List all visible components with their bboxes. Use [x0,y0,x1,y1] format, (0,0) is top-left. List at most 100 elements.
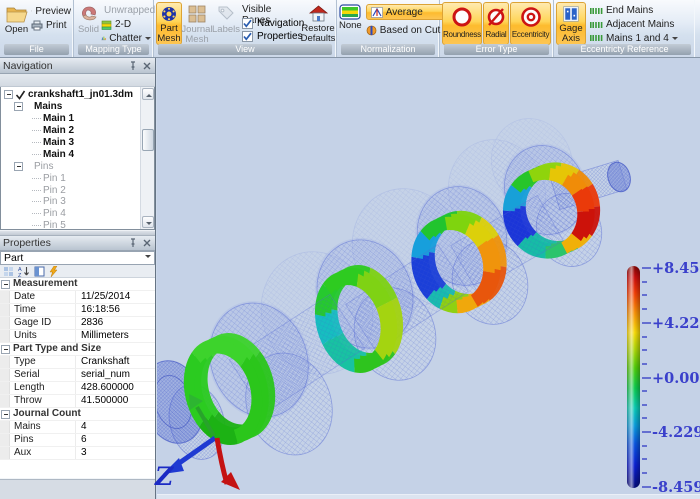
ribbon: Open Preview [0,0,700,58]
section-title: Part Type and Size [13,343,101,355]
average-icon [371,7,383,18]
tree-item-pins[interactable]: Pins [1,160,154,172]
chatter-label: Chatter [109,33,142,44]
tree-item-pin-4[interactable]: Pin 4 [1,208,154,220]
labels-label: Labels [212,25,240,35]
preview-label: Preview [35,6,71,17]
tree-item-pin-4-label: Pin 4 [43,208,66,219]
section-expander-icon[interactable] [1,345,10,354]
adjacent-mains-button[interactable]: Adjacent Mains [590,18,678,32]
property-row-throw: Throw41.500000 [0,395,155,408]
tree-item-pins-label: Pins [34,161,53,172]
open-folder-icon [5,4,29,24]
preview-button[interactable]: Preview [31,4,71,18]
section-header-measurement[interactable]: Measurement [0,278,155,291]
tree-item-mains[interactable]: Mains [1,101,154,113]
restore-defaults-button[interactable]: Restore Defaults [302,2,334,45]
properties-toolbar: A Z [0,265,155,278]
property-label: Mains [10,421,76,433]
none-button[interactable]: None [339,2,362,45]
properties-object-selector[interactable]: Part [0,251,155,265]
expander-icon[interactable] [14,102,23,111]
chatter-dropdown-arrow[interactable] [145,37,151,43]
scroll-up-button[interactable] [142,88,154,100]
radial-button[interactable]: Radial [483,2,509,45]
solid-button[interactable]: Solid [76,2,101,45]
section-header-part-type[interactable]: Part Type and Size [0,343,155,356]
mains-1-and-4-dropdown-arrow[interactable] [672,37,678,43]
section-header-journal-count[interactable]: Journal Count [0,408,155,421]
close-icon[interactable] [142,61,152,71]
gage-axis-button[interactable]: Gage Axis [556,2,586,45]
tree-item-main-1-label: Main 1 [43,113,74,124]
section-expander-icon[interactable] [1,410,10,419]
tree-item-pin-5[interactable]: Pin 5 [1,220,154,230]
property-row-pins: Pins6 [0,434,155,447]
selector-value: Part [4,252,23,264]
tree-item-pin-3[interactable]: Pin 3 [1,196,154,208]
tree-item-main-4-label: Main 4 [43,149,74,160]
scrollbar-thumb[interactable] [142,129,154,151]
tree-item-root[interactable]: crankshaft1_jn01.3dm [1,89,154,101]
tree-item-root-label: crankshaft1_jn01.3dm [28,89,133,100]
close-icon[interactable] [142,238,152,248]
property-pages-icon[interactable] [34,266,45,277]
tree-item-pin-2[interactable]: Pin 2 [1,184,154,196]
properties-checkbox[interactable]: Properties [242,30,302,43]
properties-panel-title: Properties [3,237,51,249]
labels-button[interactable]: Labels [212,2,240,45]
part-mesh-button[interactable]: Part Mesh [156,2,182,45]
tree-item-pin-3-label: Pin 3 [43,196,66,207]
tree-item-mains-label: Mains [34,101,62,112]
categorized-icon[interactable] [3,266,14,277]
pin-icon[interactable] [128,61,138,71]
navigation-checkbox-label: Navigation [257,18,304,29]
selector-dropdown-arrow [145,255,151,261]
average-label: Average [386,7,423,18]
tree-item-main-2[interactable]: Main 2 [1,125,154,137]
unwrapped-button[interactable]: Unwrapped [101,4,151,18]
tree-item-pin-2-label: Pin 2 [43,185,66,196]
expander-icon[interactable] [14,162,23,171]
property-row-gage-id: Gage ID2836 [0,317,155,330]
scroll-down-button[interactable] [142,216,154,228]
property-value: 4 [76,421,155,433]
property-row-mains: Mains4 [0,421,155,434]
properties-checkbox-box [242,31,253,42]
properties-checkbox-label: Properties [257,31,303,42]
check-icon [243,32,252,41]
journal-mesh-button[interactable]: Journal Mesh [182,2,212,45]
property-row-type: TypeCrankshaft [0,356,155,369]
print-button[interactable]: Print [31,18,71,32]
pin-icon[interactable] [128,238,138,248]
properties-grid-filler [0,460,155,478]
tree-item-main-4[interactable]: Main 4 [1,148,154,160]
events-icon[interactable] [49,266,58,277]
sort-az-icon[interactable]: A Z [18,266,30,277]
error-type-group-label: Error Type [444,44,549,55]
chatter-button[interactable]: Chatter [101,31,151,45]
color-scale-ticks [642,268,651,487]
mains-1-and-4-button[interactable]: Mains 1 and 4 [590,31,678,45]
navigation-checkbox[interactable]: Navigation [242,17,302,30]
3d-viewport[interactable]: +8.4598 +4.2299 +0.0000 -4.2299 -8.4598 … [157,58,700,499]
ribbon-group-eccentricity-reference: Gage Axis End Mains [554,0,695,57]
file-group-label: File [4,44,69,55]
two-d-icon [101,20,112,30]
none-label: None [339,21,362,31]
roundness-button[interactable]: Roundness [442,2,482,45]
section-expander-icon[interactable] [1,280,10,289]
property-value: Crankshaft [76,356,155,368]
expander-icon[interactable] [4,90,13,99]
two-d-button[interactable]: 2-D [101,18,151,32]
end-mains-button[interactable]: End Mains [590,4,678,18]
tree-scrollbar[interactable] [140,87,154,229]
end-mains-label: End Mains [606,5,653,16]
tree-item-main-3[interactable]: Main 3 [1,137,154,149]
crankshaft-3d-render [157,58,700,499]
tree-item-pin-1[interactable]: Pin 1 [1,172,154,184]
tree-item-main-1[interactable]: Main 1 [1,113,154,125]
color-scale-bar [627,266,640,488]
open-button[interactable]: Open [2,2,31,45]
eccentricity-button[interactable]: Eccentricity [510,2,551,45]
